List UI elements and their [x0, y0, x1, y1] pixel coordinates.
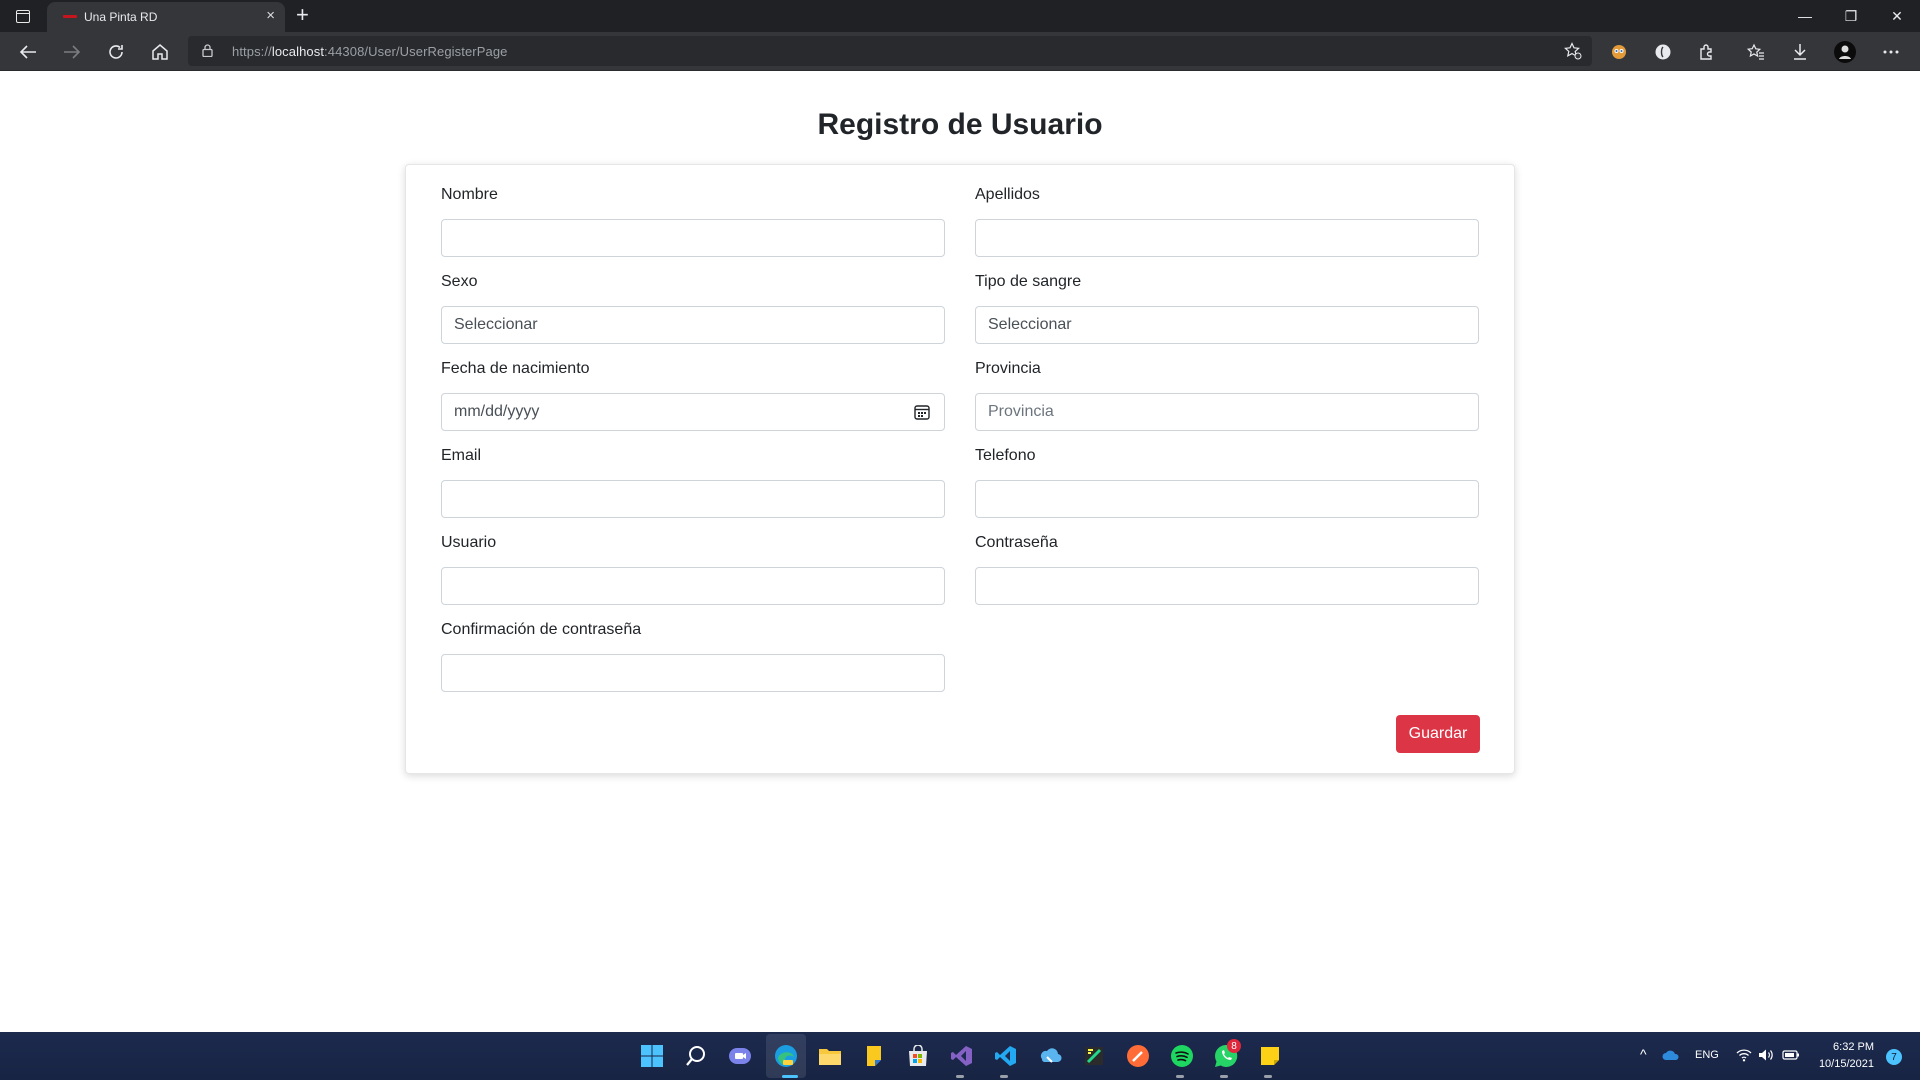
fecha-nacimiento-placeholder: mm/dd/yyyy [454, 403, 540, 420]
provincia-field: Provincia Provincia [975, 359, 1479, 431]
contrasena-input[interactable] [975, 567, 1479, 605]
telefono-label: Telefono [975, 447, 1036, 464]
reload-icon[interactable] [100, 36, 132, 68]
visual-studio-running-indicator [956, 1075, 964, 1078]
telefono-input[interactable] [975, 480, 1479, 518]
nombre-field: Nombre [441, 185, 945, 257]
close-window-button[interactable]: ✕ [1874, 0, 1920, 32]
contrasena-field: Contraseña [975, 533, 1479, 605]
sexo-field: Sexo Seleccionar [441, 272, 945, 344]
back-icon[interactable] [12, 36, 44, 68]
edge-icon[interactable] [772, 1042, 800, 1070]
sticky-notes-running-indicator [1264, 1075, 1272, 1078]
page-title: Registro de Usuario [817, 108, 1103, 141]
language-indicator[interactable]: ENG [1695, 1049, 1719, 1061]
onedrive-icon[interactable] [1662, 1049, 1680, 1061]
usuario-label: Usuario [441, 534, 497, 551]
fecha-nacimiento-field: Fecha de nacimiento mm/dd/yyyy [441, 359, 945, 431]
puzzle-icon[interactable] [1696, 41, 1718, 63]
new-tab-button[interactable]: + [296, 2, 309, 28]
site-favicon-icon [63, 15, 77, 18]
favorites-add-icon[interactable] [1564, 42, 1582, 60]
more-icon[interactable] [1880, 41, 1902, 63]
dev-tool-icon[interactable] [1080, 1042, 1108, 1070]
tipo-sangre-label: Tipo de sangre [975, 273, 1082, 290]
spotify-running-indicator [1176, 1075, 1184, 1078]
nombre-label: Nombre [441, 186, 498, 203]
teams-icon[interactable] [726, 1042, 754, 1070]
clock-date[interactable]: 10/15/2021 [1818, 1058, 1874, 1070]
postman-icon[interactable] [1124, 1042, 1152, 1070]
provincia-input[interactable]: Provincia [975, 393, 1479, 431]
apellidos-label: Apellidos [975, 186, 1040, 203]
browser-titlebar: Una Pinta RD × + — ❐ ✕ [0, 0, 1920, 32]
profile-avatar[interactable] [1834, 41, 1856, 63]
forward-icon[interactable] [56, 36, 88, 68]
email-field: Email [441, 446, 945, 518]
confirmacion-input[interactable] [441, 654, 945, 692]
store-icon[interactable] [904, 1042, 932, 1070]
show-hidden-icons-chevron[interactable]: ^ [1640, 1046, 1647, 1062]
address-bar[interactable]: https://localhost:44308/User/UserRegiste… [188, 36, 1592, 66]
confirmacion-field: Confirmación de contraseña [441, 620, 945, 692]
wifi-icon[interactable] [1736, 1048, 1752, 1062]
sexo-select[interactable]: Seleccionar [441, 306, 945, 344]
browser-tab[interactable]: Una Pinta RD × [47, 2, 285, 32]
email-input[interactable] [441, 480, 945, 518]
restore-button[interactable]: ❐ [1828, 0, 1874, 32]
whatsapp-badge: 8 [1227, 1039, 1241, 1053]
browser-toolbar: https://localhost:44308/User/UserRegiste… [0, 32, 1920, 71]
tipo-sangre-select[interactable]: Seleccionar [975, 306, 1479, 344]
fecha-nacimiento-label: Fecha de nacimiento [441, 360, 590, 377]
downloads-icon[interactable] [1789, 41, 1811, 63]
sticky-notes-icon[interactable] [1256, 1042, 1284, 1070]
windows-start-icon[interactable] [638, 1042, 666, 1070]
contrasena-label: Contraseña [975, 534, 1058, 551]
file-explorer-icon[interactable] [816, 1042, 844, 1070]
lock-icon[interactable] [202, 44, 213, 57]
tipo-sangre-field: Tipo de sangre Seleccionar [975, 272, 1479, 344]
vscode-running-indicator [1000, 1075, 1008, 1078]
vscode-icon[interactable] [992, 1042, 1020, 1070]
volume-icon[interactable] [1758, 1048, 1774, 1062]
extension-icon-2[interactable] [1652, 41, 1674, 63]
search-icon[interactable] [682, 1042, 710, 1070]
visual-studio-icon[interactable] [948, 1042, 976, 1070]
apellidos-input[interactable] [975, 219, 1479, 257]
tab-actions-icon[interactable] [12, 6, 34, 26]
windows-taskbar: 8 ^ ENG 6:32 PM 10/15/2021 7 [0, 1032, 1920, 1080]
guardar-button[interactable]: Guardar [1396, 715, 1480, 753]
clock-time[interactable]: 6:32 PM [1828, 1041, 1874, 1053]
url-text[interactable]: https://localhost:44308/User/UserRegiste… [232, 44, 508, 59]
confirmacion-label: Confirmación de contraseña [441, 621, 642, 638]
usuario-field: Usuario [441, 533, 945, 605]
telefono-field: Telefono [975, 446, 1479, 518]
minimize-button[interactable]: — [1782, 0, 1828, 32]
home-icon[interactable] [144, 36, 176, 68]
spotify-icon[interactable] [1168, 1042, 1196, 1070]
tab-close-icon[interactable]: × [266, 7, 275, 25]
sexo-label: Sexo [441, 273, 478, 290]
battery-icon[interactable] [1782, 1049, 1800, 1061]
extension-icon-1[interactable] [1608, 41, 1630, 63]
tab-title: Una Pinta RD [84, 10, 158, 24]
whatsapp-running-indicator [1220, 1075, 1228, 1078]
provincia-label: Provincia [975, 360, 1041, 377]
register-form-card: Nombre Apellidos Sexo Seleccionar Tipo d… [405, 164, 1515, 774]
notification-badge[interactable]: 7 [1886, 1049, 1902, 1065]
nombre-input[interactable] [441, 219, 945, 257]
azure-icon[interactable] [1036, 1042, 1064, 1070]
edge-running-indicator [782, 1075, 798, 1078]
fecha-nacimiento-input[interactable]: mm/dd/yyyy [441, 393, 945, 431]
sticky-icon[interactable] [860, 1042, 888, 1070]
calendar-icon[interactable] [914, 404, 930, 420]
usuario-input[interactable] [441, 567, 945, 605]
apellidos-field: Apellidos [975, 185, 1479, 257]
favorites-icon[interactable] [1745, 41, 1767, 63]
email-label: Email [441, 447, 482, 464]
